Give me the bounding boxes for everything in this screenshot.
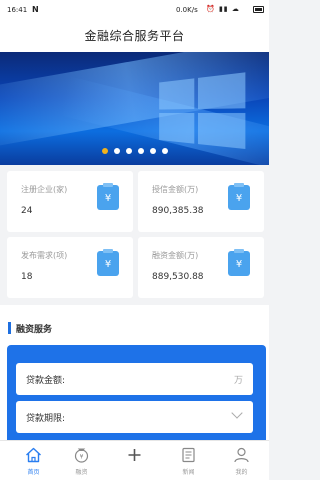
carousel-dot[interactable] [101, 148, 108, 154]
carousel-dot[interactable] [113, 148, 120, 154]
loan-term-label: 贷款期限: [26, 414, 66, 424]
status-bar: 16:41 N 0.0K/s ⏰ ▮▮ ☁ [0, 0, 269, 20]
tab-label: 首页 [27, 469, 40, 476]
stat-card-credit-amount[interactable]: 授信金额(万) 890,385.38 ¥ [138, 171, 264, 232]
carousel-indicator [0, 148, 269, 156]
loan-amount-field[interactable]: 贷款金额: 万 [16, 363, 253, 395]
stat-label: 融资金额(万) [152, 251, 199, 260]
carousel-dot[interactable] [149, 148, 156, 154]
chevron-down-icon [231, 407, 243, 419]
svg-text:¥: ¥ [80, 454, 84, 461]
stat-label: 注册企业(家) [21, 185, 68, 194]
stat-value: 889,530.88 [152, 272, 204, 282]
plus-icon [128, 449, 141, 461]
stat-value: 890,385.38 [152, 206, 204, 216]
stat-card-published-demands[interactable]: 发布需求(项) 18 ¥ [7, 237, 133, 298]
loan-amount-label: 贷款金额: [26, 376, 66, 386]
stat-card-registered-companies[interactable]: 注册企业(家) 24 ¥ [7, 171, 133, 232]
tab-add[interactable] [108, 441, 161, 480]
section-title: 融资服务 [16, 325, 53, 335]
carousel-dot[interactable] [137, 148, 144, 154]
tab-home[interactable]: 首页 [7, 441, 60, 480]
yuan-clipboard-icon: ¥ [97, 183, 119, 210]
tab-mine[interactable]: 我的 [215, 441, 268, 480]
stat-label: 授信金额(万) [152, 185, 199, 194]
bottom-tab-bar: 首页 ¥ 融资 新闻 我的 [0, 440, 269, 480]
tab-label: 我的 [235, 469, 248, 476]
network-speed: 0.0K/s [176, 6, 198, 14]
status-time: 16:41 [7, 6, 28, 14]
tab-news[interactable]: 新闻 [162, 441, 215, 480]
app-header: 金融综合服务平台 [0, 20, 269, 52]
battery-icon [253, 6, 264, 13]
news-icon [182, 447, 195, 463]
stat-value: 24 [21, 206, 33, 216]
carousel-dot[interactable] [161, 148, 168, 154]
section-accent-bar [8, 322, 11, 334]
stat-card-financing-amount[interactable]: 融资金额(万) 889,530.88 ¥ [138, 237, 264, 298]
yuan-clipboard-icon: ¥ [97, 249, 119, 276]
tab-label: 新闻 [182, 469, 195, 476]
loan-term-select[interactable]: 贷款期限: [16, 401, 253, 433]
tab-financing[interactable]: ¥ 融资 [55, 441, 108, 480]
money-bag-icon: ¥ [74, 448, 89, 463]
loan-amount-unit: 万 [233, 376, 243, 386]
yuan-clipboard-icon: ¥ [228, 249, 250, 276]
page-title: 金融综合服务平台 [84, 29, 185, 43]
yuan-clipboard-icon: ¥ [228, 183, 250, 210]
notification-icon: N [32, 5, 39, 14]
status-icons: ⏰ ▮▮ ☁ [206, 5, 240, 13]
stat-value: 18 [21, 272, 33, 282]
home-icon [26, 447, 41, 463]
tab-label: 融资 [75, 469, 88, 476]
stat-label: 发布需求(项) [21, 251, 68, 260]
banner-window-logo [159, 72, 249, 154]
user-icon [234, 447, 249, 463]
carousel-dot[interactable] [125, 148, 132, 154]
